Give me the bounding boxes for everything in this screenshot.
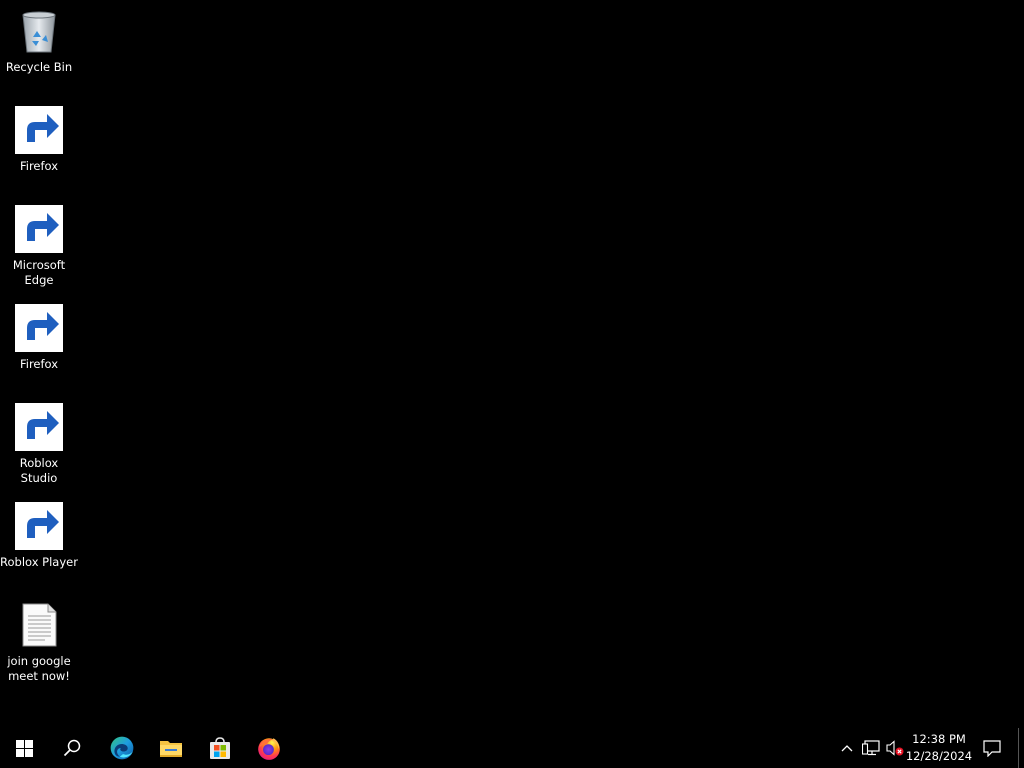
- network-button[interactable]: [860, 728, 882, 768]
- shortcut-arrow-icon: [15, 205, 63, 253]
- clock-time: 12:38 PM: [912, 732, 966, 746]
- edge-icon: [15, 205, 63, 253]
- action-center-button[interactable]: [980, 728, 1004, 768]
- desktop-icon-roblox-player[interactable]: Roblox Player: [0, 497, 78, 570]
- shortcut-arrow-icon: [15, 403, 63, 451]
- taskbar-firefox-button[interactable]: [245, 728, 293, 768]
- taskbar: 12:38 PM 12/28/2024: [0, 728, 1024, 768]
- search-button[interactable]: [48, 728, 96, 768]
- desktop-icon-recycle-bin[interactable]: Recycle Bin: [0, 2, 78, 75]
- desktop-icon-label: Firefox: [19, 357, 59, 371]
- store-icon: [210, 737, 230, 759]
- shortcut-arrow-icon: [15, 106, 63, 154]
- desktop-icon-microsoft-edge[interactable]: Microsoft Edge: [0, 200, 78, 288]
- shortcut-arrow-icon: [15, 304, 63, 352]
- windows-logo-icon: [15, 739, 33, 757]
- desktop-icon-label: Firefox: [19, 159, 59, 173]
- edge-icon: [110, 736, 134, 760]
- chevron-up-icon: [841, 745, 853, 752]
- taskbar-clock[interactable]: 12:38 PM 12/28/2024: [904, 728, 974, 768]
- volume-button[interactable]: [884, 728, 906, 768]
- show-hidden-icons-button[interactable]: [836, 728, 858, 768]
- taskbar-microsoft-store-button[interactable]: [196, 728, 244, 768]
- roblox-player-icon: [15, 502, 63, 550]
- desktop-icon-label: Recycle Bin: [5, 60, 73, 74]
- taskbar-edge-button[interactable]: [98, 728, 146, 768]
- desktop-icon-join-google-meet-now[interactable]: join google meet now!: [0, 596, 78, 684]
- network-icon: [862, 740, 880, 756]
- desktop-icon-roblox-studio[interactable]: Roblox Studio: [0, 398, 78, 486]
- shortcut-arrow-icon: [15, 502, 63, 550]
- clock-date: 12/28/2024: [905, 749, 973, 763]
- taskbar-file-explorer-button[interactable]: [147, 728, 195, 768]
- recycle-bin-icon: [15, 7, 63, 55]
- start-button[interactable]: [0, 728, 48, 768]
- desktop-icon-label: join google meet now!: [7, 654, 71, 683]
- roblox-studio-icon: [15, 403, 63, 451]
- firefox-icon: [258, 738, 280, 760]
- volume-muted-icon: [886, 740, 904, 756]
- show-desktop-button[interactable]: [1018, 728, 1024, 768]
- desktop-icon-firefox[interactable]: Firefox: [0, 101, 78, 174]
- desktop[interactable]: Recycle Bin Firefox Microsoft Edge Firef…: [0, 0, 1024, 728]
- desktop-icon-label: Roblox Player: [0, 555, 78, 569]
- search-icon: [63, 739, 81, 757]
- folder-icon: [160, 741, 182, 757]
- desktop-icon-firefox[interactable]: Firefox: [0, 299, 78, 372]
- desktop-icon-label: Microsoft Edge: [12, 258, 66, 287]
- action-center-icon: [983, 739, 1001, 757]
- text-document-icon: [15, 601, 63, 649]
- desktop-icon-label: Roblox Studio: [19, 456, 59, 485]
- firefox-icon: [15, 304, 63, 352]
- firefox-icon: [15, 106, 63, 154]
